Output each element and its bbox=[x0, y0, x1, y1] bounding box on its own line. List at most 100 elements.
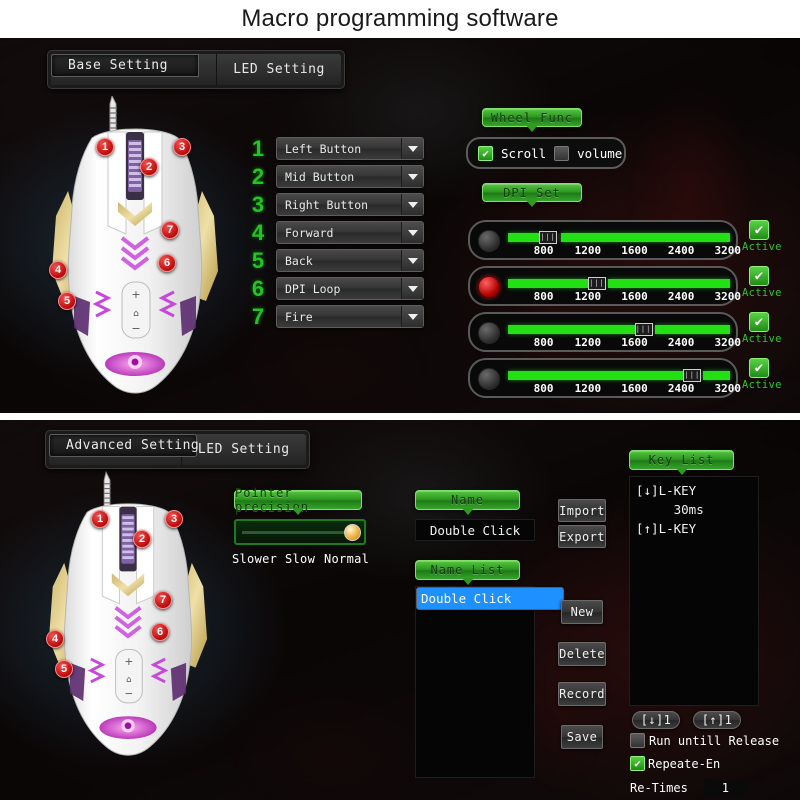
repeate-en-row[interactable]: ✔ Repeate-En bbox=[630, 756, 720, 771]
wheel-func-header[interactable]: Wheel Func bbox=[482, 108, 582, 132]
tab-led-setting[interactable]: LED Setting bbox=[217, 54, 341, 85]
dpi-row-2[interactable]: ||| 800 1200 1600 2400 3200 bbox=[468, 266, 741, 306]
assign-select-1[interactable]: Left Button bbox=[276, 137, 424, 160]
name-list-header[interactable]: Name List bbox=[415, 560, 520, 585]
dpi-row-4-active-checkbox[interactable]: ✔ bbox=[749, 358, 769, 378]
scroll-label: Scroll bbox=[501, 145, 547, 161]
assign-select-2[interactable]: Mid Button bbox=[276, 165, 424, 188]
dpi-row-4[interactable]: ||| 800 1200 1600 2400 3200 bbox=[468, 358, 741, 398]
assign-num-4: 4 bbox=[251, 220, 265, 245]
tab-advanced-setting-bottom[interactable]: Advanced Setting bbox=[49, 434, 199, 457]
assign-select-7[interactable]: Fire bbox=[276, 305, 424, 328]
save-button[interactable]: Save bbox=[561, 725, 603, 749]
chevron-down-icon[interactable] bbox=[401, 306, 423, 327]
dpi-row-2-active-checkbox[interactable]: ✔ bbox=[749, 266, 769, 286]
dpi-row-1[interactable]: ||| 800 1200 1600 2400 3200 bbox=[468, 220, 741, 260]
export-button[interactable]: Export bbox=[558, 525, 606, 548]
key-down-count-button[interactable]: [↓]1 bbox=[632, 711, 680, 729]
dpi-tick: 800 bbox=[533, 336, 554, 349]
record-button[interactable]: Record bbox=[558, 682, 606, 706]
re-times-value[interactable]: 1 bbox=[703, 780, 748, 796]
svg-text:+: + bbox=[131, 288, 140, 301]
name-header[interactable]: Name bbox=[415, 490, 520, 515]
dpi-row-2-handle[interactable]: ||| bbox=[587, 277, 606, 290]
dpi-row-4-handle[interactable]: ||| bbox=[683, 369, 702, 382]
assign-select-6-value: DPI Loop bbox=[285, 281, 341, 296]
key-list-box[interactable]: [↓]L-KEY 30ms [↑]L-KEY bbox=[629, 476, 759, 706]
dpi-row-2-active[interactable]: ✔ Active bbox=[742, 266, 781, 299]
pointer-precision-track bbox=[242, 531, 358, 534]
dpi-row-1-indicator[interactable] bbox=[478, 230, 500, 252]
chevron-down-icon[interactable] bbox=[401, 222, 423, 243]
repeate-en-checkbox[interactable]: ✔ bbox=[630, 756, 645, 771]
dpi-row-1-active-checkbox[interactable]: ✔ bbox=[749, 220, 769, 240]
chevron-down-icon[interactable] bbox=[401, 194, 423, 215]
dpi-row-1-track[interactable]: ||| bbox=[508, 231, 730, 244]
mouse-callout-5-bottom: 5 bbox=[55, 660, 73, 678]
assign-select-5[interactable]: Back bbox=[276, 249, 424, 272]
mouse-callout-3: 3 bbox=[173, 138, 191, 156]
dpi-row-3[interactable]: ||| 800 1200 1600 2400 3200 bbox=[468, 312, 741, 352]
key-up-count-button[interactable]: [↑]1 bbox=[693, 711, 741, 729]
run-until-release-row[interactable]: Run untill Release bbox=[630, 733, 779, 748]
dpi-tick: 3200 bbox=[714, 244, 742, 257]
dpi-row-3-active-checkbox[interactable]: ✔ bbox=[749, 312, 769, 332]
assign-select-7-value: Fire bbox=[285, 309, 313, 324]
name-list-box[interactable]: Double Click bbox=[415, 586, 564, 778]
chevron-down-icon[interactable] bbox=[401, 166, 423, 187]
import-button[interactable]: Import bbox=[558, 499, 606, 522]
dpi-row-3-indicator[interactable] bbox=[478, 322, 500, 344]
mouse-callout-7: 7 bbox=[161, 221, 179, 239]
pointer-precision-slider[interactable] bbox=[234, 519, 366, 545]
mouse-callout-4: 4 bbox=[49, 261, 67, 279]
mouse-illustration: + ⌂ − bbox=[48, 471, 208, 756]
assign-select-6[interactable]: DPI Loop bbox=[276, 277, 424, 300]
volume-checkbox[interactable] bbox=[554, 145, 570, 161]
pp-tick-slower: Slower bbox=[232, 552, 278, 566]
name-input[interactable]: Double Click bbox=[415, 519, 535, 541]
app-root: Macro programming software Base Setting … bbox=[0, 0, 800, 800]
chevron-down-icon[interactable] bbox=[401, 250, 423, 271]
delete-button[interactable]: Delete bbox=[558, 642, 606, 666]
dpi-row-1-handle[interactable]: ||| bbox=[539, 231, 558, 244]
dpi-row-3-active-label: Active bbox=[742, 333, 782, 345]
key-list-entry[interactable]: [↑]L-KEY bbox=[632, 519, 756, 538]
mouse-callout-2-bottom: 2 bbox=[133, 530, 151, 548]
scroll-checkbox[interactable]: ✔ bbox=[478, 145, 493, 161]
assign-num-2: 2 bbox=[251, 164, 265, 189]
dpi-row-3-track[interactable]: ||| bbox=[508, 323, 730, 336]
dpi-row-4-indicator[interactable] bbox=[478, 368, 500, 390]
dpi-row-1-active[interactable]: ✔ Active bbox=[742, 220, 781, 253]
dpi-row-3-active[interactable]: ✔ Active bbox=[742, 312, 782, 345]
dpi-set-header-label: DPI Set bbox=[503, 185, 561, 200]
dpi-tick: 1600 bbox=[621, 244, 648, 257]
assign-select-3-value: Right Button bbox=[285, 197, 369, 212]
pointer-precision-handle[interactable] bbox=[343, 524, 361, 541]
assign-select-3[interactable]: Right Button bbox=[276, 193, 424, 216]
dpi-row-2-track[interactable]: ||| bbox=[508, 277, 730, 290]
key-list-header-label: Key List bbox=[648, 453, 715, 467]
dpi-row-4-active[interactable]: ✔ Active bbox=[742, 358, 781, 391]
tab-base-setting[interactable]: Base Setting bbox=[51, 54, 199, 77]
key-list-header[interactable]: Key List bbox=[629, 450, 734, 475]
key-list-entry[interactable]: [↓]L-KEY bbox=[632, 481, 756, 500]
name-list-item[interactable]: Double Click bbox=[416, 587, 564, 610]
assign-select-4[interactable]: Forward bbox=[276, 221, 424, 244]
chevron-down-icon[interactable] bbox=[401, 138, 423, 159]
pointer-precision-header[interactable]: Pointer precision bbox=[234, 486, 362, 515]
dpi-set-header[interactable]: DPI Set bbox=[482, 183, 582, 207]
re-times-row[interactable]: Re-Times 1 bbox=[630, 780, 748, 796]
mouse-callout-1: 1 bbox=[96, 138, 114, 156]
run-until-release-checkbox[interactable] bbox=[630, 733, 645, 748]
dpi-row-4-track[interactable]: ||| bbox=[508, 369, 730, 382]
tab-led-setting-bottom[interactable]: LED Setting bbox=[181, 434, 306, 465]
chevron-down-icon[interactable] bbox=[401, 278, 423, 299]
dpi-row-3-handle[interactable]: ||| bbox=[634, 323, 653, 336]
dpi-row-2-indicator[interactable] bbox=[478, 276, 500, 298]
dpi-row-2-ticks: 800 1200 1600 2400 3200 bbox=[508, 290, 741, 306]
dpi-row-3-fill-right bbox=[654, 325, 730, 334]
mouse-callout-1-bottom: 1 bbox=[91, 510, 109, 528]
new-button[interactable]: New bbox=[561, 600, 603, 624]
dpi-tick: 3200 bbox=[714, 336, 742, 349]
key-list-entry[interactable]: 30ms bbox=[632, 500, 756, 519]
